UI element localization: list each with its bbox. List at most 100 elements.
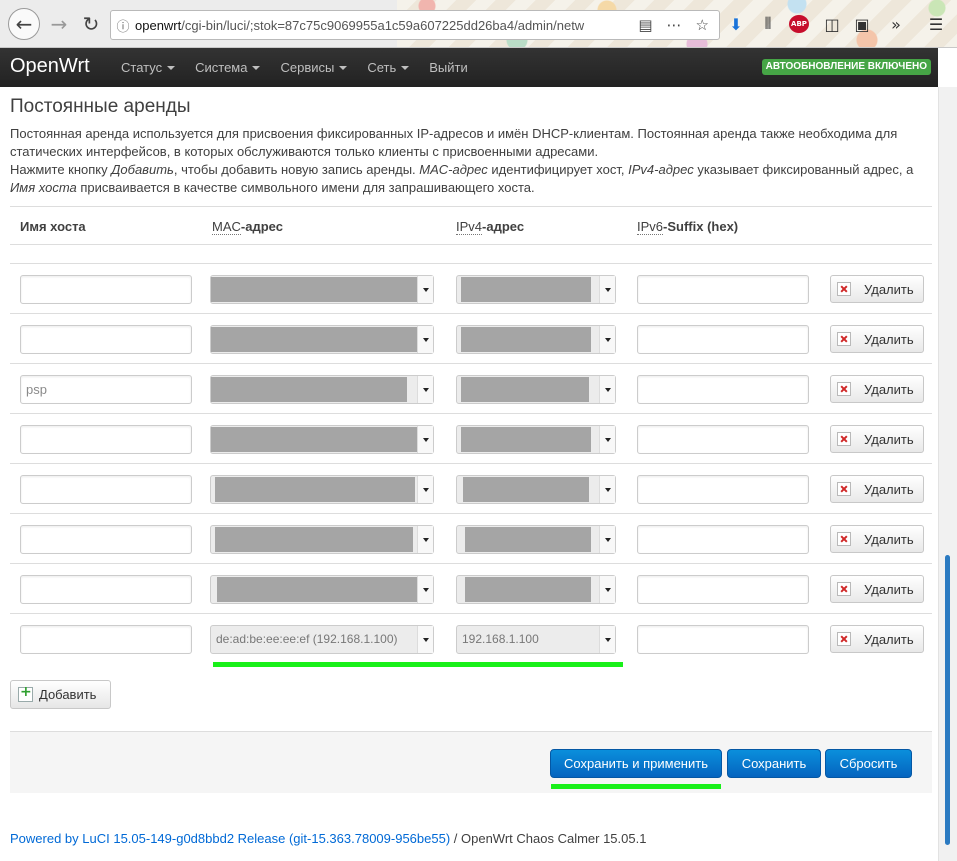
mac-select[interactable]	[210, 525, 434, 554]
reload-icon[interactable]: ↻	[76, 9, 106, 39]
page-actions-icon[interactable]: ⋯	[667, 16, 682, 34]
mac-select[interactable]	[210, 325, 434, 354]
brand-logo[interactable]: OpenWrt	[10, 55, 90, 78]
sidebar-icon[interactable]: ◫	[822, 13, 842, 35]
delete-button[interactable]: Удалить	[830, 475, 924, 503]
delete-icon	[837, 432, 851, 446]
hostname-input[interactable]	[20, 275, 192, 304]
mac-select[interactable]: de:ad:be:ee:ee:ef (192.168.1.100)	[210, 625, 434, 654]
ipv4-select[interactable]: 192.168.1.100	[456, 625, 616, 654]
reset-button[interactable]: Сбросить	[825, 749, 912, 778]
scrollbar-thumb[interactable]	[945, 555, 950, 845]
address-bar[interactable]: ⓘ openwrt/cgi-bin/luci/;stok=87c75c90699…	[110, 10, 720, 40]
mac-select[interactable]	[210, 375, 434, 404]
add-button[interactable]: Добавить	[10, 680, 111, 709]
mac-select[interactable]	[210, 275, 434, 304]
ipv6-suffix-input[interactable]	[637, 375, 809, 404]
delete-button[interactable]: Удалить	[830, 375, 924, 403]
menu-system[interactable]: Система	[195, 60, 261, 75]
url-text: openwrt/cgi-bin/luci/;stok=87c75c9069955…	[135, 17, 585, 33]
lease-row: Удалить	[10, 414, 932, 464]
hostname-input[interactable]	[20, 625, 192, 654]
hostname-input[interactable]	[20, 575, 192, 604]
dropdown-arrow-icon[interactable]	[599, 476, 615, 503]
redacted-block	[461, 327, 591, 352]
menu-services[interactable]: Сервисы	[280, 60, 348, 75]
ipv6-suffix-input[interactable]	[637, 425, 809, 454]
hostname-input[interactable]	[20, 525, 192, 554]
page-scrollbar[interactable]	[938, 87, 957, 861]
section-title: Постоянные аренды	[10, 96, 191, 117]
dropdown-arrow-icon[interactable]	[599, 526, 615, 553]
dropdown-arrow-icon[interactable]	[599, 376, 615, 403]
mac-select[interactable]	[210, 575, 434, 604]
bookmark-star-icon[interactable]: ☆	[696, 16, 709, 34]
ipv4-select[interactable]	[456, 475, 616, 504]
luci-link[interactable]: Powered by LuCI 15.05-149-g0d8bbd2 Relea…	[10, 831, 450, 846]
dropdown-arrow-icon[interactable]	[417, 376, 433, 403]
header-mac: MAC-адрес	[212, 219, 283, 235]
delete-button[interactable]: Удалить	[830, 625, 924, 653]
adblock-icon[interactable]: ABP	[789, 15, 809, 33]
save-button[interactable]: Сохранить	[727, 749, 821, 778]
lease-row: Удалить	[10, 564, 932, 614]
ipv6-suffix-input[interactable]	[637, 325, 809, 354]
hostname-input[interactable]: psp	[20, 375, 192, 404]
menu-status[interactable]: Статус	[121, 60, 176, 75]
dropdown-arrow-icon[interactable]	[599, 326, 615, 353]
dropdown-arrow-icon[interactable]	[417, 276, 433, 303]
dropdown-arrow-icon[interactable]	[417, 326, 433, 353]
forward-icon[interactable]: →	[44, 9, 74, 39]
dropdown-arrow-icon[interactable]	[599, 626, 615, 653]
redacted-block	[461, 377, 589, 402]
dropdown-arrow-icon[interactable]	[417, 626, 433, 653]
site-info-icon[interactable]: ⓘ	[111, 16, 135, 35]
ipv4-select[interactable]	[456, 325, 616, 354]
dropdown-arrow-icon[interactable]	[599, 426, 615, 453]
menu-logout[interactable]: Выйти	[429, 60, 468, 75]
ipv6-suffix-input[interactable]	[637, 275, 809, 304]
delete-button[interactable]: Удалить	[830, 275, 924, 303]
overflow-chevron-icon[interactable]: »	[886, 13, 906, 35]
redacted-block	[461, 427, 591, 452]
screenshot-icon[interactable]: ▣	[852, 13, 872, 35]
delete-icon	[837, 582, 851, 596]
back-icon[interactable]: ←	[8, 8, 40, 40]
menu-network[interactable]: Сеть	[367, 60, 410, 75]
mac-select[interactable]	[210, 475, 434, 504]
download-icon[interactable]: ⬇	[726, 13, 746, 35]
dropdown-arrow-icon[interactable]	[599, 576, 615, 603]
dropdown-arrow-icon[interactable]	[417, 526, 433, 553]
redacted-block	[211, 377, 407, 402]
library-icon[interactable]: ⫴	[758, 13, 778, 35]
delete-icon	[837, 332, 851, 346]
dropdown-arrow-icon[interactable]	[417, 426, 433, 453]
delete-button[interactable]: Удалить	[830, 525, 924, 553]
ipv6-suffix-input[interactable]	[637, 475, 809, 504]
hostname-input[interactable]	[20, 425, 192, 454]
reader-view-icon[interactable]: ▤	[638, 16, 652, 34]
ipv6-suffix-input[interactable]	[637, 625, 809, 654]
hostname-input[interactable]	[20, 325, 192, 354]
ipv4-select[interactable]	[456, 575, 616, 604]
delete-button[interactable]: Удалить	[830, 575, 924, 603]
delete-button[interactable]: Удалить	[830, 425, 924, 453]
header-hostname: Имя хоста	[20, 219, 86, 234]
hostname-input[interactable]	[20, 475, 192, 504]
mac-select[interactable]	[210, 425, 434, 454]
ipv4-select[interactable]	[456, 375, 616, 404]
ipv4-select[interactable]	[456, 425, 616, 454]
delete-button[interactable]: Удалить	[830, 325, 924, 353]
dropdown-arrow-icon[interactable]	[417, 476, 433, 503]
hamburger-menu-icon[interactable]: ☰	[926, 13, 946, 35]
dropdown-arrow-icon[interactable]	[599, 276, 615, 303]
add-icon	[18, 684, 33, 702]
lease-row: Удалить	[10, 314, 932, 364]
ipv4-select[interactable]	[456, 525, 616, 554]
dropdown-arrow-icon[interactable]	[417, 576, 433, 603]
ipv4-select[interactable]	[456, 275, 616, 304]
save-apply-button[interactable]: Сохранить и применить	[550, 749, 722, 778]
ipv6-suffix-input[interactable]	[637, 525, 809, 554]
ipv6-suffix-input[interactable]	[637, 575, 809, 604]
autorefresh-badge[interactable]: АВТООБНОВЛЕНИЕ ВКЛЮЧЕНО	[761, 59, 931, 75]
